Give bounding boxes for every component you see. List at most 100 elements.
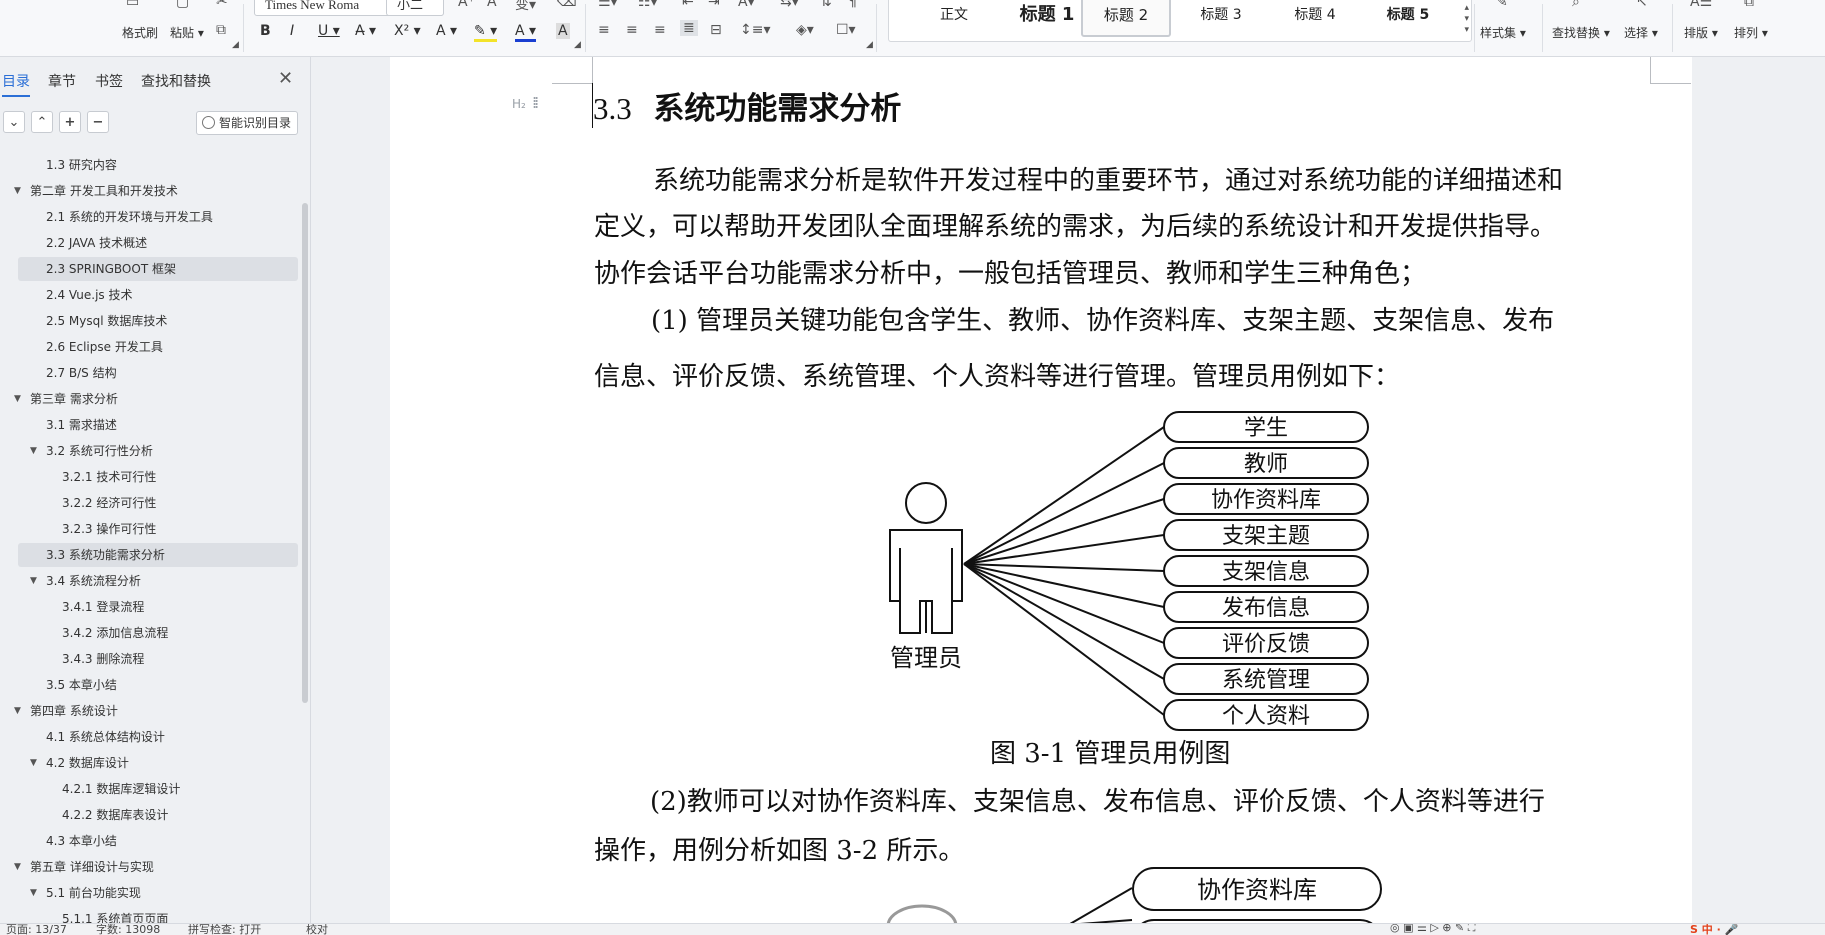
toc-item[interactable]: 3.4.3 删除流程 [18,647,298,671]
numbered-list-icon[interactable]: ☷▾ [638,0,658,10]
arrange-button[interactable]: 排列 ▾ [1734,24,1768,41]
decrease-indent-icon[interactable]: ⇤ [682,0,694,10]
text-effect-icon[interactable]: A ▾ [436,23,457,39]
view-icons[interactable]: ◎ ▣ ☰ ▷ ⊕ ✎ ⛶ [1390,924,1475,935]
toc-item[interactable]: 3.2.1 技术可行性 [18,465,298,489]
style-normal[interactable]: 正文 [917,0,991,37]
toc-item[interactable]: 2.4 Vue.js 技术 [18,283,298,307]
ime-icon[interactable]: S 中 · 🎤 [1690,924,1738,935]
group-expand-icon[interactable]: ◢ [866,40,873,50]
style-heading-3[interactable]: 标题 3 [1175,0,1267,37]
layout-icon[interactable]: A☰ [1690,0,1712,10]
select-button[interactable]: 选择 ▾ [1624,24,1658,41]
sort-icon[interactable]: ⇅ [820,0,832,10]
group-expand-icon[interactable]: ◢ [232,40,239,50]
font-color-icon[interactable]: A ▾ [515,23,537,42]
shrink-font-icon[interactable]: A⁻ [487,0,504,10]
toc-item[interactable]: 2.1 系统的开发环境与开发工具 [18,205,298,229]
toc-item[interactable]: 4.1 系统总体结构设计 [18,725,298,749]
toc-item[interactable]: 4.2.1 数据库逻辑设计 [18,777,298,801]
expand-arrow-icon[interactable]: ▼ [30,751,37,775]
font-size-select[interactable]: 小二 [386,0,444,16]
expand-arrow-icon[interactable]: ▼ [30,439,37,463]
drag-handle-icon[interactable]: ⁞⁞ [532,93,539,112]
expand-arrow-icon[interactable]: ▼ [14,387,21,411]
toc-scrollbar[interactable] [302,203,308,703]
chinese-layout-icon[interactable]: ⇆▾ [780,0,799,10]
proofread[interactable]: 校对 [306,924,328,935]
phonetic-icon[interactable]: 变▾ [515,0,536,14]
shading-icon[interactable]: ◈▾ [796,22,814,38]
style-heading-2[interactable]: 标题 2 [1081,0,1171,37]
expand-arrow-icon[interactable]: ▼ [30,569,37,593]
layout-button[interactable]: 排版 ▾ [1684,24,1718,41]
toc-item[interactable]: 4.2.2 数据库表设计 [18,803,298,827]
strikethrough-icon[interactable]: A̶ ▾ [355,23,376,39]
find-replace-button[interactable]: 查找替换 ▾ [1552,24,1610,41]
expand-up-icon[interactable]: ⌃ [31,111,53,133]
toc-item[interactable]: 2.5 Mysql 数据库技术 [18,309,298,333]
align-left-icon[interactable]: ≡ [598,22,610,38]
underline-icon[interactable]: U ▾ [318,23,340,39]
gallery-scroll-up-icon[interactable]: ▴ [1464,3,1469,13]
toc-item[interactable]: 3.2.3 操作可行性 [18,517,298,541]
show-marks-icon[interactable]: ¶ [848,0,857,10]
expand-arrow-icon[interactable]: ▼ [14,179,21,203]
style-heading-5[interactable]: 标题 5 [1361,0,1455,37]
expand-arrow-icon[interactable]: ▼ [14,855,21,879]
toc-item[interactable]: ▼ 3.2 系统可行性分析 [18,439,298,463]
toc-item[interactable]: 3.4.1 登录流程 [18,595,298,619]
toc-item[interactable]: 3.5 本章小结 [18,673,298,697]
gallery-scroll-down-icon[interactable]: ▾ [1464,14,1469,24]
collapse-all-icon[interactable]: ⌄ [3,111,25,133]
toc-item[interactable]: ▼ 第四章 系统设计 [14,699,298,723]
toc-item[interactable]: 4.3 本章小结 [18,829,298,853]
paste-button[interactable]: 粘贴 ▾ [170,24,204,41]
toc-item[interactable]: 2.6 Eclipse 开发工具 [18,335,298,359]
format-painter-icon[interactable]: ▭ [126,0,139,10]
page-count[interactable]: 页面: 13/37 [6,924,67,935]
italic-icon[interactable]: I [290,23,294,39]
add-icon[interactable]: + [59,111,81,133]
heading-level-icon[interactable]: H₂ [512,97,526,111]
arrange-icon[interactable]: ⧉ [1744,0,1754,10]
toc-item[interactable]: ▼ 第五章 详细设计与实现 [14,855,298,879]
expand-arrow-icon[interactable]: ▼ [14,699,21,723]
word-count[interactable]: 字数: 13098 [96,924,160,935]
style-set-button[interactable]: 样式集 ▾ [1480,24,1526,41]
expand-arrow-icon[interactable]: ▼ [30,881,37,905]
grow-font-icon[interactable]: A⁺ [458,0,475,10]
paste-icon[interactable]: ▢ [176,0,189,10]
text-direction-icon[interactable]: A▾ [738,0,755,10]
toc-item[interactable]: 3.3 系统功能需求分析 [18,543,298,567]
superscript-icon[interactable]: X² ▾ [394,23,421,39]
char-border-icon[interactable]: A [556,23,570,39]
distribute-icon[interactable]: ⊟ [710,22,722,38]
bullet-list-icon[interactable]: ☰▾ [598,0,618,10]
tab-toc[interactable]: 目录 [2,71,30,97]
toc-item[interactable]: ▼ 第三章 需求分析 [14,387,298,411]
toc-item[interactable]: 1.3 研究内容 [18,153,298,177]
toc-item[interactable]: ▼ 4.2 数据库设计 [18,751,298,775]
cursor-icon[interactable]: ↖ [1636,0,1648,10]
copy-icon[interactable]: ⧉ [216,22,226,38]
bold-icon[interactable]: B [260,23,271,39]
tab-bookmarks[interactable]: 书签 [95,71,123,91]
style-set-icon[interactable]: ✎ [1496,0,1508,10]
align-center-icon[interactable]: ≡ [626,22,638,38]
gallery-more-icon[interactable]: ▾ [1464,25,1469,35]
toc-item[interactable]: 3.1 需求描述 [18,413,298,437]
toc-item[interactable]: ▼ 5.1 前台功能实现 [18,881,298,905]
tab-chapters[interactable]: 章节 [48,71,76,91]
toc-item[interactable]: 2.3 SPRINGBOOT 框架 [18,257,298,281]
toc-item[interactable]: 3.2.2 经济可行性 [18,491,298,515]
tab-find-replace[interactable]: 查找和替换 [141,71,211,91]
increase-indent-icon[interactable]: ⇥ [708,0,720,10]
toc-item[interactable]: 3.4.2 添加信息流程 [18,621,298,645]
remove-icon[interactable]: − [87,111,109,133]
spell-check[interactable]: 拼写检查: 打开 [188,924,261,935]
toc-item[interactable]: 5.1.1 系统首页页面 [18,907,298,923]
close-icon[interactable]: ✕ [278,68,293,89]
format-painter-button[interactable]: 格式刷 [122,24,158,41]
cut-icon[interactable]: ✂ [216,0,228,10]
